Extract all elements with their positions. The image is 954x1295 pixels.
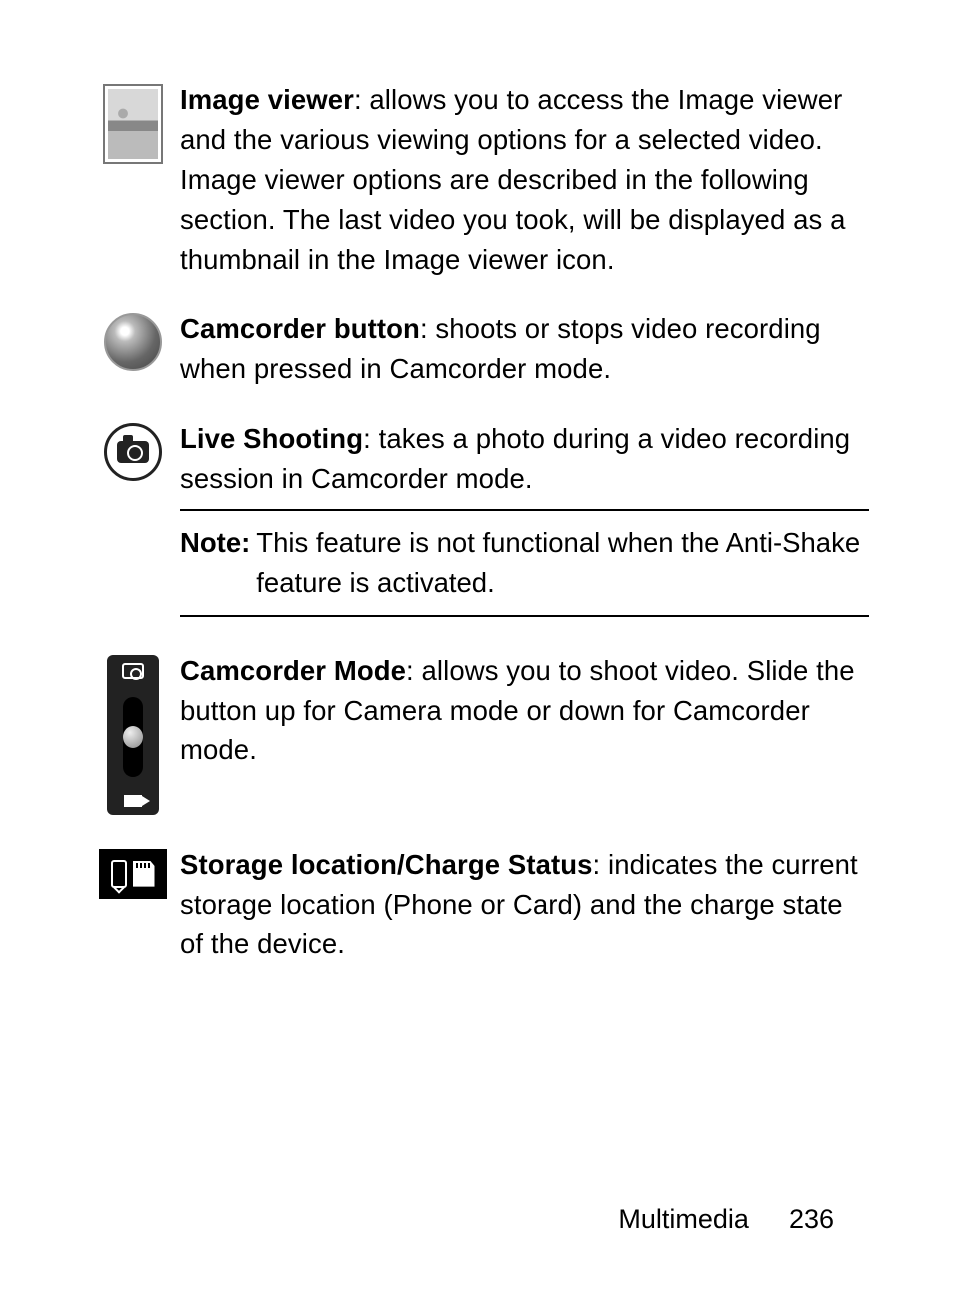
shutter-icon	[85, 309, 180, 371]
item-live-shooting: Live Shooting: takes a photo during a vi…	[85, 419, 869, 499]
item-text: Storage location/Charge Status: indicate…	[180, 845, 869, 965]
item-title: Image viewer	[180, 84, 354, 115]
camera-icon	[85, 419, 180, 481]
item-title: Camcorder Mode	[180, 655, 406, 686]
item-title: Camcorder button	[180, 313, 420, 344]
note-block: Note:This feature is not functional when…	[180, 509, 869, 617]
item-text: Image viewer: allows you to access the I…	[180, 80, 869, 279]
mode-slider-icon	[85, 651, 180, 815]
footer-section: Multimedia	[618, 1204, 749, 1235]
page-footer: Multimedia 236	[618, 1204, 834, 1235]
item-text: Camcorder Mode: allows you to shoot vide…	[180, 651, 869, 771]
item-camcorder-button: Camcorder button: shoots or stops video …	[85, 309, 869, 389]
divider	[180, 615, 869, 617]
note-text: Note:This feature is not functional when…	[180, 511, 869, 615]
item-image-viewer: Image viewer: allows you to access the I…	[85, 80, 869, 279]
item-camcorder-mode: Camcorder Mode: allows you to shoot vide…	[85, 651, 869, 815]
footer-page: 236	[789, 1204, 834, 1235]
image-viewer-icon	[85, 80, 180, 164]
item-title: Live Shooting	[180, 423, 363, 454]
item-text: Camcorder button: shoots or stops video …	[180, 309, 869, 389]
storage-icon	[85, 845, 180, 899]
item-text: Live Shooting: takes a photo during a vi…	[180, 419, 869, 499]
manual-page: Image viewer: allows you to access the I…	[0, 0, 954, 1295]
item-storage: Storage location/Charge Status: indicate…	[85, 845, 869, 965]
item-title: Storage location/Charge Status	[180, 849, 593, 880]
